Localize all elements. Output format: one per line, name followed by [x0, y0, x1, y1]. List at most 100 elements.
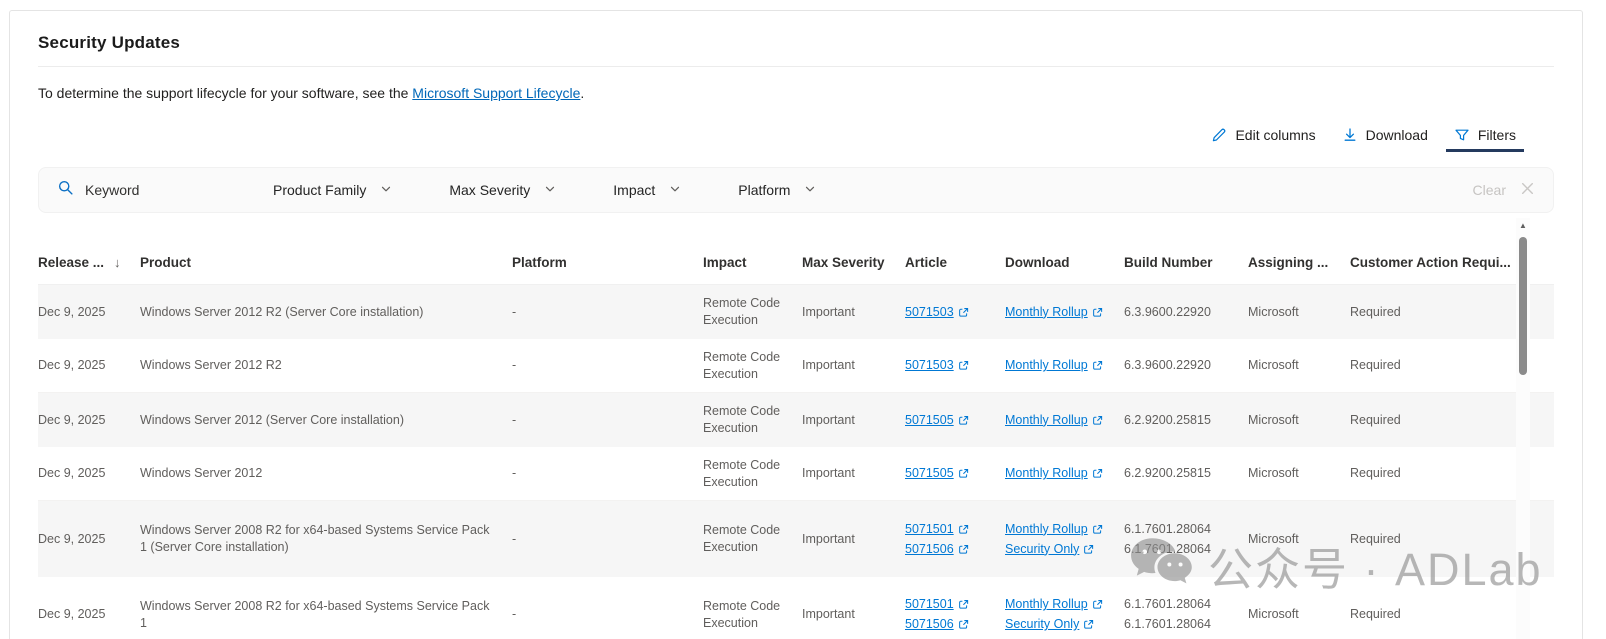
external-link-icon: [1083, 619, 1094, 630]
product-cell: Windows Server 2008 R2 for x64-based Sys…: [140, 577, 512, 639]
column-header-impact[interactable]: Impact: [703, 240, 802, 284]
article-link[interactable]: 5071505: [905, 412, 969, 429]
max-severity-cell: Important: [802, 447, 905, 500]
download-cell: Monthly Rollup: [1005, 447, 1124, 500]
release-date-cell: Dec 9, 2025: [38, 285, 140, 339]
impact-cell: Remote Code Execution: [703, 339, 802, 392]
build-number-cell: 6.3.9600.22920: [1124, 285, 1248, 339]
platform-cell: -: [512, 501, 703, 577]
table-header-row: Release ...↓ Product Platform Impact Max…: [38, 240, 1554, 285]
article-link[interactable]: 5071506: [905, 616, 969, 633]
article-cell: 5071501 5071506: [905, 577, 1005, 639]
external-link-icon: [1083, 544, 1094, 555]
article-link[interactable]: 5071505: [905, 465, 969, 482]
product-cell: Windows Server 2012 (Server Core install…: [140, 393, 512, 447]
download-button[interactable]: Download: [1332, 123, 1438, 152]
build-number-cell: 6.2.9200.25815: [1124, 447, 1248, 500]
external-link-icon: [958, 619, 969, 630]
external-link-icon: [958, 415, 969, 426]
release-date-cell: Dec 9, 2025: [38, 577, 140, 639]
download-link[interactable]: Monthly Rollup: [1005, 357, 1103, 374]
security-updates-card: Security Updates To determine the suppor…: [9, 10, 1583, 639]
max-severity-cell: Important: [802, 577, 905, 639]
max-severity-dropdown[interactable]: Max Severity: [449, 182, 556, 198]
chevron-down-icon: [544, 182, 556, 198]
download-cell: Monthly Rollup: [1005, 285, 1124, 339]
release-date-cell: Dec 9, 2025: [38, 339, 140, 392]
release-date-cell: Dec 9, 2025: [38, 501, 140, 577]
assigning-cell: Microsoft: [1248, 577, 1350, 639]
column-header-build-number[interactable]: Build Number: [1124, 240, 1248, 284]
external-link-icon: [1092, 307, 1103, 318]
external-link-icon: [958, 524, 969, 535]
security-updates-table: Release ...↓ Product Platform Impact Max…: [38, 240, 1554, 639]
vertical-scrollbar[interactable]: ▲: [1516, 218, 1530, 639]
build-number-cell: 6.1.7601.280646.1.7601.28064: [1124, 577, 1248, 639]
platform-cell: -: [512, 447, 703, 500]
article-link[interactable]: 5071503: [905, 357, 969, 374]
search-icon: [57, 179, 74, 201]
download-cell: Monthly Rollup Security Only: [1005, 501, 1124, 577]
external-link-icon: [958, 544, 969, 555]
page-title: Security Updates: [38, 11, 1554, 53]
download-icon: [1342, 127, 1358, 143]
external-link-icon: [958, 307, 969, 318]
table-row: Dec 9, 2025Windows Server 2012 R2-Remote…: [38, 339, 1554, 393]
filters-button[interactable]: Filters: [1444, 123, 1526, 152]
assigning-cell: Microsoft: [1248, 393, 1350, 447]
download-link[interactable]: Monthly Rollup: [1005, 304, 1103, 321]
external-link-icon: [958, 599, 969, 610]
impact-cell: Remote Code Execution: [703, 285, 802, 339]
edit-columns-button[interactable]: Edit columns: [1201, 123, 1325, 152]
download-link[interactable]: Monthly Rollup: [1005, 596, 1103, 613]
column-header-max-severity[interactable]: Max Severity: [802, 240, 905, 284]
platform-dropdown[interactable]: Platform: [738, 182, 816, 198]
article-link[interactable]: 5071501: [905, 596, 969, 613]
intro-text: To determine the support lifecycle for y…: [38, 85, 1554, 101]
sort-descending-icon: ↓: [114, 255, 121, 270]
product-cell: Windows Server 2012 R2 (Server Core inst…: [140, 285, 512, 339]
build-number-cell: 6.3.9600.22920: [1124, 339, 1248, 392]
platform-cell: -: [512, 339, 703, 392]
article-link[interactable]: 5071501: [905, 521, 969, 538]
product-family-dropdown[interactable]: Product Family: [273, 182, 392, 198]
platform-cell: -: [512, 285, 703, 339]
download-link[interactable]: Security Only: [1005, 616, 1094, 633]
download-link[interactable]: Monthly Rollup: [1005, 465, 1103, 482]
scroll-up-icon[interactable]: ▲: [1516, 218, 1530, 234]
column-header-product[interactable]: Product: [140, 240, 512, 284]
download-link[interactable]: Monthly Rollup: [1005, 412, 1103, 429]
external-link-icon: [958, 468, 969, 479]
article-link[interactable]: 5071503: [905, 304, 969, 321]
download-link[interactable]: Monthly Rollup: [1005, 521, 1103, 538]
release-date-cell: Dec 9, 2025: [38, 393, 140, 447]
clear-filters-button[interactable]: Clear: [1473, 181, 1535, 199]
max-severity-cell: Important: [802, 339, 905, 392]
assigning-cell: Microsoft: [1248, 339, 1350, 392]
column-header-article[interactable]: Article: [905, 240, 1005, 284]
article-link[interactable]: 5071506: [905, 541, 969, 558]
table-row: Dec 9, 2025Windows Server 2012 (Server C…: [38, 393, 1554, 447]
impact-dropdown[interactable]: Impact: [613, 182, 681, 198]
article-cell: 5071505: [905, 447, 1005, 500]
filter-bar: Product Family Max Severity Impact Platf…: [38, 167, 1554, 213]
column-header-assigning[interactable]: Assigning ...: [1248, 240, 1350, 284]
scrollbar-thumb[interactable]: [1519, 237, 1527, 375]
download-link[interactable]: Security Only: [1005, 541, 1094, 558]
external-link-icon: [1092, 468, 1103, 479]
column-header-release[interactable]: Release ...↓: [38, 240, 140, 284]
keyword-input[interactable]: [85, 182, 235, 198]
external-link-icon: [1092, 524, 1103, 535]
impact-cell: Remote Code Execution: [703, 501, 802, 577]
table-row: Dec 9, 2025Windows Server 2012 R2 (Serve…: [38, 285, 1554, 339]
filter-funnel-icon: [1454, 127, 1470, 143]
column-header-platform[interactable]: Platform: [512, 240, 703, 284]
article-cell: 5071505: [905, 393, 1005, 447]
assigning-cell: Microsoft: [1248, 285, 1350, 339]
column-header-download[interactable]: Download: [1005, 240, 1124, 284]
external-link-icon: [1092, 599, 1103, 610]
release-date-cell: Dec 9, 2025: [38, 447, 140, 500]
support-lifecycle-link[interactable]: Microsoft Support Lifecycle: [412, 85, 580, 101]
article-cell: 5071501 5071506: [905, 501, 1005, 577]
max-severity-cell: Important: [802, 285, 905, 339]
